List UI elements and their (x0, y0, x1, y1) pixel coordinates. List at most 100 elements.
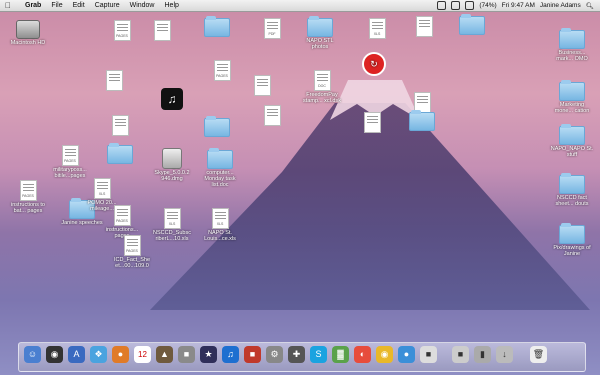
document-icon: XLS (211, 208, 229, 229)
desktop-file-cluster-9[interactable] (250, 105, 294, 127)
desktop-file-cluster-7[interactable]: PAGES (200, 60, 244, 82)
desktop-file-monday-task-list[interactable]: computer... Monday task list.doc (198, 148, 242, 188)
document-icon: XLS (93, 178, 111, 199)
itunes-icon[interactable]: ♫ (222, 346, 239, 363)
menubar:  Grab File Edit Capture Window Help (74… (0, 0, 600, 12)
document-icon: PAGES (123, 235, 141, 256)
desktop-folder-marketing[interactable]: Marketing mone... cation (550, 80, 594, 114)
document-icon (363, 112, 381, 133)
menu-file[interactable]: File (51, 2, 62, 9)
menu-grab[interactable]: Grab (25, 2, 41, 9)
desktop-folder-cluster-5[interactable] (98, 143, 142, 165)
desktop-folder-napo-stl-photos[interactable]: NAPO STL photos (298, 16, 342, 50)
wifi-icon[interactable] (451, 1, 461, 10)
desktop-file-military[interactable]: PAGES militaryposs... bitile...pages (48, 145, 92, 179)
desktop-file-instructions-center[interactable]: PAGES instructions... pages (100, 205, 144, 239)
twitter-icon[interactable]: ● (398, 346, 415, 363)
user-name[interactable]: Janine Adams (540, 2, 581, 9)
itunes-file[interactable]: ♫ (150, 88, 194, 111)
menu-edit[interactable]: Edit (73, 2, 85, 9)
safari-icon[interactable]: ❖ (90, 346, 107, 363)
menu-help[interactable]: Help (165, 2, 179, 9)
folder-icon (559, 28, 585, 49)
macintosh-hd[interactable]: Macintosh HD (6, 20, 50, 46)
desktop-pdf-cluster[interactable]: ↻ (352, 52, 396, 77)
search-icon[interactable]: 🔍︎ (586, 2, 594, 10)
folder-icon (204, 116, 230, 137)
document-icon: XLS (368, 18, 386, 39)
desktop-file-freedompay[interactable]: DOC FreedomPay stamp... xcl.dsk (300, 70, 344, 104)
folder-icon (559, 80, 585, 101)
desktop-folder-cluster-2[interactable] (450, 14, 494, 36)
battery-status[interactable]: (74%) (479, 2, 496, 9)
desktop-file-cluster-12[interactable] (98, 115, 142, 137)
desktop-folder-napo[interactable]: NAPO_NAPO St. stuff (550, 124, 594, 158)
desktop-file-cluster-6[interactable] (92, 70, 136, 92)
folder-icon (207, 148, 233, 169)
photo-booth-icon[interactable]: ■ (244, 346, 261, 363)
menu-capture[interactable]: Capture (95, 2, 120, 9)
hard-drive-icon (16, 20, 40, 39)
downloads-stack-icon[interactable]: ↓ (496, 346, 513, 363)
chrome-icon[interactable]: ◉ (376, 346, 393, 363)
menu-window[interactable]: Window (130, 2, 155, 9)
app-store-icon[interactable]: A (68, 346, 85, 363)
document-icon: PDF (263, 18, 281, 39)
folder-icon (559, 124, 585, 145)
desktop-file-cluster-1[interactable]: PAGES (100, 20, 144, 42)
finder-icon[interactable]: ☺ (24, 346, 41, 363)
photos-icon[interactable]: ▲ (156, 346, 173, 363)
evernote-icon[interactable]: ▓ (332, 346, 349, 363)
grab-icon[interactable]: ✚ (288, 346, 305, 363)
stamp-icon[interactable]: ■ (420, 346, 437, 363)
document-icon: XLS (163, 208, 181, 229)
volume-icon[interactable] (465, 1, 475, 10)
apple-icon[interactable]:  (5, 1, 15, 10)
desktop-file-cluster-8[interactable] (240, 75, 284, 97)
desktop-file-napo-stl-xls[interactable]: XLS NAPO St. Louis...ce.xls (198, 208, 242, 242)
desktop-file-cluster-3[interactable]: PDF (250, 18, 294, 40)
trash-icon[interactable]: 🗑︎ (530, 346, 547, 363)
preferences-icon[interactable]: ⚙ (266, 346, 283, 363)
clock[interactable]: Fri 9:47 AM (502, 2, 535, 9)
disk-image-icon (162, 148, 182, 169)
desktop-file-cluster-5[interactable] (402, 16, 446, 38)
calendar-icon[interactable]: 12 (134, 346, 151, 363)
iphoto-icon[interactable]: ★ (200, 346, 217, 363)
desktop-file-nsccd-subscriber[interactable]: XLS NSCCD_Subsc riberL...10.xls (150, 208, 194, 242)
desktop-file-cluster-2[interactable] (140, 20, 184, 42)
desktop-dmg-skype[interactable]: Skype_5.0.0.2 946.dmg (150, 148, 194, 182)
document-icon (153, 20, 171, 41)
music-note-icon: ♫ (161, 88, 183, 110)
pdf-icon: ↻ (362, 52, 386, 76)
folder-icon (559, 173, 585, 194)
desktop-folder-cluster[interactable] (195, 16, 239, 38)
document-icon (253, 75, 271, 96)
document-icon: DOC (313, 70, 331, 91)
desktop-file-icd-fact-sheet[interactable]: PAGES ICD_Fact_She et...00...109.0 (110, 235, 154, 269)
preview-icon[interactable]: ■ (178, 346, 195, 363)
desktop-file-instructions[interactable]: PAGES instructions to bat... pages (6, 180, 50, 214)
desktop-folder-nsccd[interactable]: NSCCD fact sheet... douts (550, 173, 594, 207)
desktop-file-cluster-11[interactable] (350, 112, 394, 134)
sync-icon[interactable] (437, 1, 447, 10)
finder-folder-icon[interactable]: ■ (452, 346, 469, 363)
folder-icon (204, 16, 230, 37)
document-icon (415, 16, 433, 37)
folder-icon (307, 16, 333, 37)
skype-icon[interactable]: S (310, 346, 327, 363)
documents-stack-icon[interactable]: ▮ (474, 346, 491, 363)
document-icon: PAGES (19, 180, 37, 201)
desktop-folder-pix[interactable]: Pix/drawings of Janine (550, 223, 594, 257)
desktop-file-cluster-4[interactable]: XLS (355, 18, 399, 40)
dashboard-icon[interactable]: ◉ (46, 346, 63, 363)
document-icon: PAGES (113, 20, 131, 41)
desktop-folder-cluster-3[interactable] (195, 116, 239, 138)
desktop-file-cluster-10[interactable] (400, 92, 444, 114)
desktop-folder-cluster-4[interactable] (400, 110, 444, 132)
document-icon (105, 70, 123, 91)
spotify-icon[interactable]: ◐ (354, 346, 371, 363)
firefox-icon[interactable]: ● (112, 346, 129, 363)
desktop-folder-business[interactable]: Business... mark... OMO (550, 28, 594, 62)
folder-icon (459, 14, 485, 35)
